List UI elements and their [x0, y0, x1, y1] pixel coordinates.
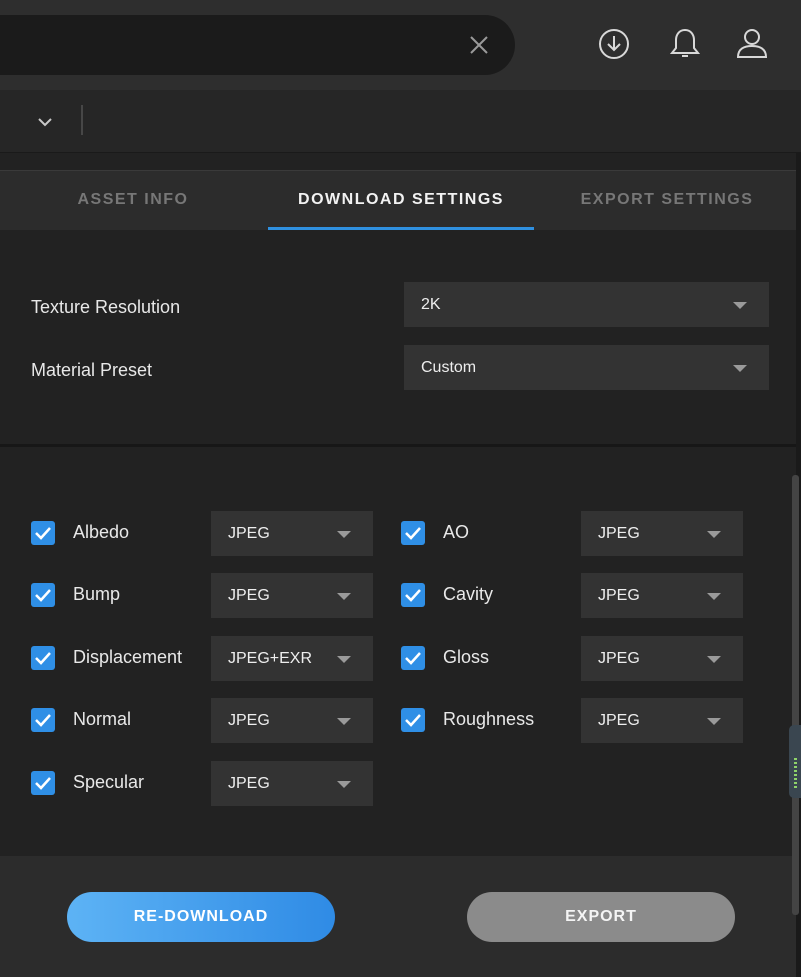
specular-format-value: JPEG: [228, 775, 270, 792]
caret-down-icon: [733, 364, 747, 372]
caret-down-icon: [337, 717, 351, 725]
bump-format-value: JPEG: [228, 587, 270, 604]
checkmark-icon: [405, 589, 421, 602]
caret-down-icon: [337, 530, 351, 538]
action-footer: RE-DOWNLOAD EXPORT: [0, 856, 796, 977]
download-panel: ASSET INFO DOWNLOAD SETTINGS EXPORT SETT…: [0, 153, 796, 977]
caret-down-icon: [337, 592, 351, 600]
bump-format-select[interactable]: JPEG: [211, 573, 373, 618]
checkmark-icon: [35, 777, 51, 790]
tab-download-settings[interactable]: DOWNLOAD SETTINGS: [268, 171, 534, 230]
specular-format-select[interactable]: JPEG: [211, 761, 373, 806]
caret-down-icon: [707, 655, 721, 663]
caret-down-icon: [707, 530, 721, 538]
gloss-label: Gloss: [443, 647, 490, 667]
roughness-label: Roughness: [443, 709, 535, 729]
grip-icon: [794, 758, 797, 790]
texture-maps: Albedo JPEG AO JPEG Bump JPEG Cavity JPE…: [0, 447, 796, 857]
bell-icon[interactable]: [668, 27, 702, 61]
normal-label: Normal: [73, 709, 132, 729]
roughness-format-select[interactable]: JPEG: [581, 698, 743, 743]
material-preset-label: Material Preset: [31, 360, 153, 380]
top-bar: [0, 0, 801, 90]
caret-down-icon: [337, 780, 351, 788]
toolbar-divider: [81, 105, 83, 135]
cavity-format-value: JPEG: [598, 587, 640, 604]
checkmark-icon: [35, 589, 51, 602]
normal-format-select[interactable]: JPEG: [211, 698, 373, 743]
material-preset-select[interactable]: Custom: [404, 345, 769, 390]
tab-asset-info[interactable]: ASSET INFO: [0, 171, 266, 229]
tab-export-settings[interactable]: EXPORT SETTINGS: [534, 171, 800, 229]
tab-bar: ASSET INFO DOWNLOAD SETTINGS EXPORT SETT…: [0, 170, 796, 231]
cavity-label: Cavity: [443, 584, 494, 604]
roughness-checkbox[interactable]: [401, 708, 425, 732]
texture-resolution-value: 2K: [421, 296, 441, 313]
checkmark-icon: [405, 652, 421, 665]
caret-down-icon: [707, 592, 721, 600]
caret-down-icon: [337, 655, 351, 663]
gloss-checkbox[interactable]: [401, 646, 425, 670]
search-input[interactable]: [0, 15, 440, 75]
gloss-format-select[interactable]: JPEG: [581, 636, 743, 681]
close-icon[interactable]: [467, 33, 491, 57]
material-preset-value: Custom: [421, 359, 477, 376]
checkmark-icon: [35, 652, 51, 665]
normal-checkbox[interactable]: [31, 708, 55, 732]
gloss-format-value: JPEG: [598, 650, 640, 667]
export-button[interactable]: EXPORT: [467, 892, 735, 942]
checkmark-icon: [405, 714, 421, 727]
ao-checkbox[interactable]: [401, 521, 425, 545]
roughness-format-value: JPEG: [598, 712, 640, 729]
texture-resolution-label: Texture Resolution: [31, 297, 181, 317]
displacement-format-select[interactable]: JPEG+EXR: [211, 636, 373, 681]
user-icon[interactable]: [735, 27, 769, 61]
displacement-checkbox[interactable]: [31, 646, 55, 670]
bump-checkbox[interactable]: [31, 583, 55, 607]
cavity-checkbox[interactable]: [401, 583, 425, 607]
caret-down-icon: [733, 301, 747, 309]
checkmark-icon: [35, 714, 51, 727]
side-panel-handle[interactable]: [789, 725, 801, 798]
texture-resolution-select[interactable]: 2K: [404, 282, 769, 327]
displacement-label: Displacement: [73, 647, 183, 667]
albedo-format-select[interactable]: JPEG: [211, 511, 373, 556]
chevron-down-icon[interactable]: [35, 112, 55, 132]
download-settings: Texture Resolution 2K Material Preset Cu…: [0, 230, 796, 444]
download-icon[interactable]: [597, 27, 631, 61]
albedo-format-value: JPEG: [228, 525, 270, 542]
scrollbar-thumb[interactable]: [792, 475, 799, 915]
caret-down-icon: [707, 717, 721, 725]
normal-format-value: JPEG: [228, 712, 270, 729]
cavity-format-select[interactable]: JPEG: [581, 573, 743, 618]
checkmark-icon: [35, 527, 51, 540]
albedo-label: Albedo: [73, 522, 130, 542]
albedo-checkbox[interactable]: [31, 521, 55, 545]
re-download-button[interactable]: RE-DOWNLOAD: [67, 892, 335, 942]
displacement-format-value: JPEG+EXR: [228, 650, 313, 667]
ao-label: AO: [443, 522, 470, 542]
ao-format-value: JPEG: [598, 525, 640, 542]
specular-checkbox[interactable]: [31, 771, 55, 795]
sub-toolbar: [0, 90, 801, 154]
checkmark-icon: [405, 527, 421, 540]
bump-label: Bump: [73, 584, 121, 604]
ao-format-select[interactable]: JPEG: [581, 511, 743, 556]
search-bar: [0, 15, 515, 75]
specular-label: Specular: [73, 772, 145, 792]
